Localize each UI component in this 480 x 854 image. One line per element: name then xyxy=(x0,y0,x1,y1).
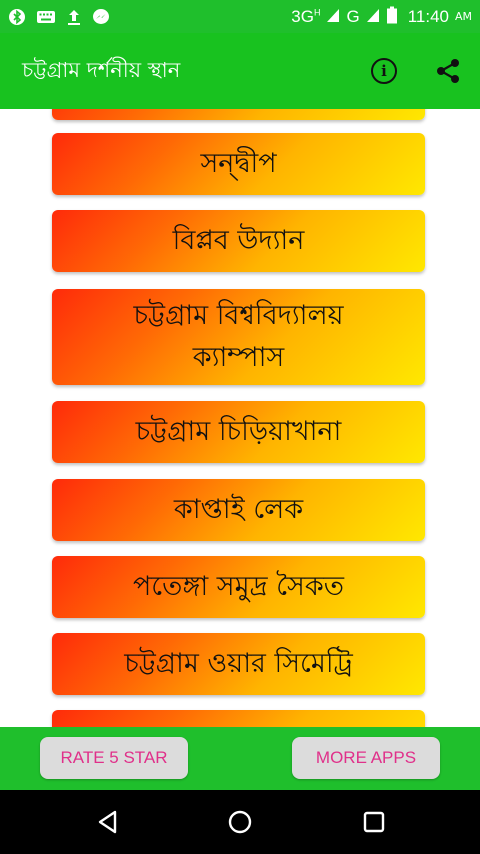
battery-icon xyxy=(386,6,398,28)
place-label: পতেঙ্গা সমুদ্র সৈকত xyxy=(132,571,344,602)
network-g-label: G xyxy=(346,6,360,26)
place-button[interactable]: চট্টগ্রাম বিশ্ববিদ্যালয় ক্যাম্পাস xyxy=(52,289,425,385)
place-button[interactable]: চট্টগ্রাম ওয়ার সিমেট্রি xyxy=(52,633,425,695)
home-icon[interactable] xyxy=(226,808,254,836)
place-label: চট্টগ্রাম ওয়ার সিমেট্রি xyxy=(124,648,353,679)
share-icon[interactable] xyxy=(434,57,462,85)
place-label: … xyxy=(225,720,252,727)
notification-icons xyxy=(8,8,110,26)
network-3g-label: 3GH xyxy=(291,6,321,26)
place-label: সন্দ্বীপ xyxy=(200,148,277,179)
back-icon[interactable] xyxy=(94,808,122,836)
app-bar: চট্টগ্রাম দর্শনীয় স্থান i xyxy=(0,33,480,109)
network-h-label: H xyxy=(313,6,321,17)
clock-time: 11:40 xyxy=(407,6,449,26)
rate-button[interactable]: RATE 5 STAR xyxy=(40,737,188,779)
system-indicators: 3GH G 11:40 AM xyxy=(291,6,472,28)
page-title: চট্টগ্রাম দর্শনীয় স্থান xyxy=(22,57,181,82)
place-button[interactable]: … xyxy=(52,710,425,727)
place-label: কাপ্তাই লেক xyxy=(173,494,304,525)
place-button[interactable]: কাপ্তাই লেক xyxy=(52,479,425,541)
bluetooth-icon xyxy=(8,8,26,26)
signal-icon xyxy=(366,7,380,27)
place-label: বিপ্লব উদ্যান xyxy=(172,225,305,256)
places-list[interactable]: … সন্দ্বীপ বিপ্লব উদ্যান চট্টগ্রাম বিশ্ব… xyxy=(0,109,480,727)
place-button[interactable]: বিপ্লব উদ্যান xyxy=(52,210,425,272)
place-label: চট্টগ্রাম বিশ্ববিদ্যালয় ক্যাম্পাস xyxy=(133,300,344,373)
signal-icon xyxy=(326,7,340,27)
place-button[interactable]: পতেঙ্গা সমুদ্র সৈকত xyxy=(52,556,425,618)
recent-apps-icon[interactable] xyxy=(360,808,388,836)
place-button[interactable]: সন্দ্বীপ xyxy=(52,133,425,195)
keyboard-icon xyxy=(36,9,56,25)
place-button[interactable]: … xyxy=(52,109,425,120)
place-button[interactable]: চট্টগ্রাম চিড়িয়াখানা xyxy=(52,401,425,463)
status-bar: 3GH G 11:40 AM xyxy=(0,0,480,33)
navigation-bar xyxy=(0,790,480,854)
place-label: … xyxy=(225,109,252,117)
info-icon[interactable]: i xyxy=(371,58,397,84)
place-label: চট্টগ্রাম চিড়িয়াখানা xyxy=(135,416,342,447)
clock-ampm: AM xyxy=(454,10,472,23)
messenger-icon xyxy=(92,8,110,26)
more-apps-button[interactable]: MORE APPS xyxy=(292,737,440,779)
bottom-action-bar: RATE 5 STAR MORE APPS xyxy=(0,727,480,790)
upload-icon xyxy=(66,8,82,26)
